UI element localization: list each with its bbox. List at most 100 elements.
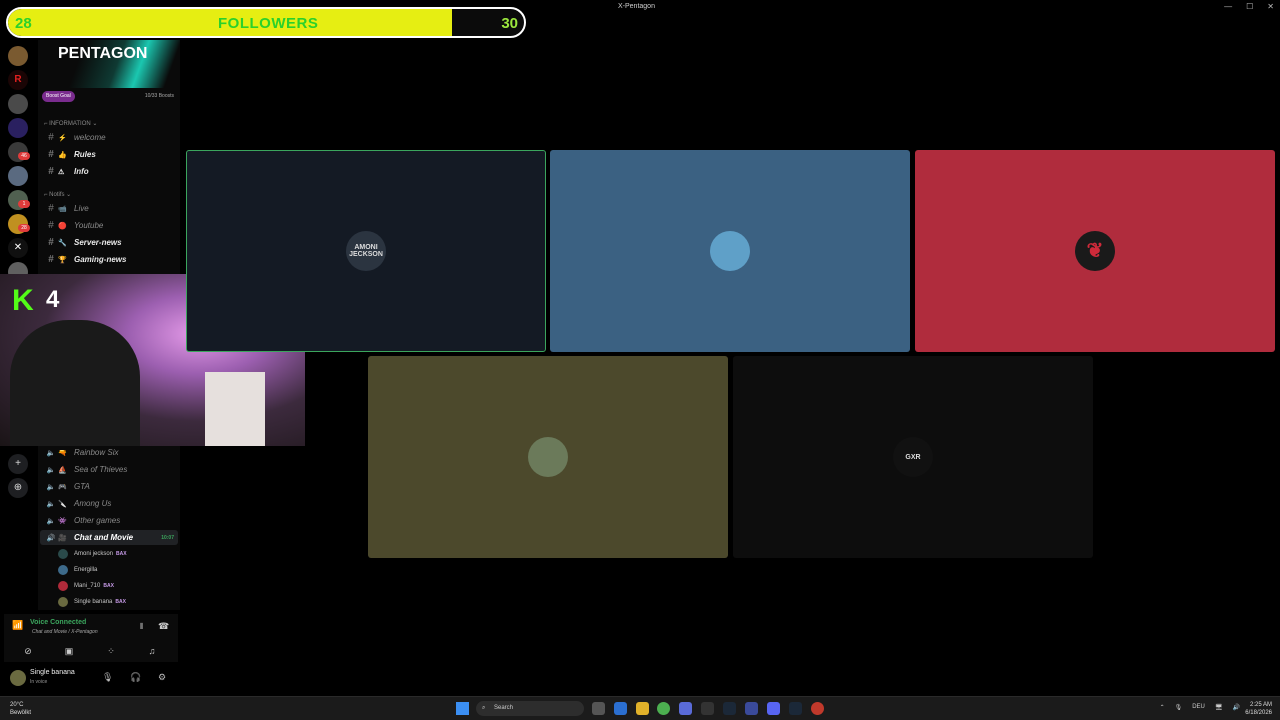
channel-welcome[interactable]: # ⚡ welcome xyxy=(40,130,178,145)
steam-icon[interactable] xyxy=(723,702,736,715)
task-view-icon[interactable] xyxy=(592,702,605,715)
add-server-icon[interactable]: + xyxy=(8,454,28,474)
participant-avatar xyxy=(528,437,568,477)
participant-avatar: ❦ xyxy=(1075,231,1115,271)
microphone-icon[interactable]: 🎙 xyxy=(102,672,113,683)
avatar xyxy=(58,565,68,575)
category-label: Notifs xyxy=(49,192,65,198)
network-icon[interactable]: 🖥 xyxy=(1215,704,1223,711)
voice-member[interactable]: Single banana BAX xyxy=(58,595,126,609)
voice-location[interactable]: Chat and Movie / X-Pentagon xyxy=(32,629,98,635)
channel-emoji: 🔫 xyxy=(58,449,67,457)
minimize-icon[interactable]: — xyxy=(1224,2,1232,11)
server-icon[interactable]: R xyxy=(8,70,28,90)
boost-goal-label: Boost Goal xyxy=(42,91,75,102)
channel-live[interactable]: # 📹 Live xyxy=(40,201,178,216)
channel-rules[interactable]: # 👍 Rules xyxy=(40,147,178,162)
file-explorer-icon[interactable] xyxy=(636,702,649,715)
voice-channel-chat-and-movie[interactable]: 🔊 🎥 Chat and Movie 10:07 xyxy=(40,530,178,545)
voice-tile[interactable] xyxy=(550,150,910,352)
speaker-icon: 🔈 xyxy=(46,466,56,474)
server-icon[interactable]: ✕ xyxy=(8,238,28,258)
channel-youtube[interactable]: # 🔴 Youtube xyxy=(40,218,178,233)
microphone-icon[interactable]: 🎙 xyxy=(1175,704,1183,711)
windows-start-icon[interactable] xyxy=(456,702,469,715)
channel-label: Server-news xyxy=(74,238,122,247)
window-controls: — ☐ ✕ xyxy=(1224,2,1274,11)
weather-widget[interactable]: 20°C Bewölkt xyxy=(10,701,31,717)
disconnect-icon[interactable]: ☎ xyxy=(158,621,169,632)
server-name[interactable]: PENTAGON xyxy=(58,45,147,63)
clock[interactable]: 2:25 AM 6/18/2026 xyxy=(1245,701,1272,717)
participant-label: GXR xyxy=(905,453,921,461)
boost-count: 10/33 Boosts xyxy=(144,93,174,99)
voice-tile[interactable] xyxy=(368,356,728,558)
hash-icon: # xyxy=(48,166,54,177)
category-notifs[interactable]: ⌐ Notifs ⌄ xyxy=(44,191,71,198)
channel-emoji: 🏆 xyxy=(58,256,67,264)
voice-channel-gta[interactable]: 🔈 🎮 GTA xyxy=(40,479,178,494)
channel-emoji: ⚠ xyxy=(58,168,65,176)
channel-label: Rainbow Six xyxy=(74,448,119,457)
screen-share-icon[interactable]: ▣ xyxy=(55,644,83,658)
discord-icon[interactable] xyxy=(767,702,780,715)
soundboard-icon[interactable]: ♫ xyxy=(138,644,166,658)
server-icon[interactable] xyxy=(8,118,28,138)
username[interactable]: Single banana xyxy=(30,669,75,676)
activities-icon[interactable]: ⁘ xyxy=(97,644,125,658)
search-icon: ⌕ xyxy=(482,705,486,711)
chrome-icon[interactable] xyxy=(657,702,670,715)
voice-timer: 10:07 xyxy=(161,534,174,541)
chevron-up-icon[interactable]: ⌃ xyxy=(1160,704,1165,711)
channel-label: Rules xyxy=(74,150,96,159)
channel-info[interactable]: # ⚠ Info xyxy=(40,164,178,179)
avatar xyxy=(58,581,68,591)
channel-server-news[interactable]: # 🔧 Server-news xyxy=(40,235,178,250)
server-icon[interactable] xyxy=(8,46,28,66)
voice-member[interactable]: Energilla xyxy=(58,563,100,577)
app-icon[interactable] xyxy=(745,702,758,715)
obs-icon[interactable] xyxy=(811,702,824,715)
taskbar-search[interactable]: ⌕ Search xyxy=(476,701,584,716)
language-indicator[interactable]: DEU xyxy=(1192,704,1205,711)
category-information[interactable]: ⌐ INFORMATION ⌄ xyxy=(44,120,97,127)
volume-icon[interactable]: 🔊 xyxy=(1233,704,1240,711)
close-icon[interactable]: ✕ xyxy=(1267,2,1274,11)
speaker-icon: 🔈 xyxy=(46,449,56,457)
noise-suppression-icon[interactable]: ⦀ xyxy=(140,622,144,632)
voice-channel-among-us[interactable]: 🔈 🔪 Among Us xyxy=(40,496,178,511)
discover-icon[interactable]: ⊕ xyxy=(8,478,28,498)
steam-icon[interactable] xyxy=(789,702,802,715)
voice-channel-other-games[interactable]: 🔈 👾 Other games xyxy=(40,513,178,528)
server-icon[interactable] xyxy=(8,94,28,114)
app-icon[interactable] xyxy=(701,702,714,715)
voice-channel-rainbow-six[interactable]: 🔈 🔫 Rainbow Six xyxy=(40,445,178,460)
user-status: In voice xyxy=(30,679,48,685)
user-avatar[interactable] xyxy=(10,670,26,686)
app-icon[interactable] xyxy=(679,702,692,715)
channel-emoji: ⚡ xyxy=(58,134,67,142)
boost-goal[interactable]: Boost Goal 10/33 Boosts xyxy=(42,91,174,102)
headphones-icon[interactable]: 🎧 xyxy=(130,672,141,683)
server-icon[interactable] xyxy=(8,166,28,186)
channel-gaming-news[interactable]: # 🏆 Gaming-news xyxy=(40,252,178,267)
settings-icon[interactable]: ⚙ xyxy=(158,672,166,683)
signal-icon: 📶 xyxy=(12,620,24,630)
voice-member[interactable]: Amoni jeckson BAX xyxy=(58,547,127,561)
maximize-icon[interactable]: ☐ xyxy=(1246,2,1253,11)
channel-label: Among Us xyxy=(74,499,112,508)
camera-off-icon[interactable]: ⊘ xyxy=(14,644,42,658)
voice-tile[interactable]: GXR xyxy=(733,356,1093,558)
mail-icon[interactable] xyxy=(614,702,627,715)
voice-tile[interactable]: ❦ xyxy=(915,150,1275,352)
voice-member[interactable]: Mani_710 BAX xyxy=(58,579,114,593)
channel-label: Chat and Movie xyxy=(74,533,134,542)
voice-tile[interactable]: AMONI JECKSON xyxy=(186,150,546,352)
voice-channel-sea-of-thieves[interactable]: 🔈 ⛵ Sea of Thieves xyxy=(40,462,178,477)
channel-emoji: 🔪 xyxy=(58,500,67,508)
viewer-count: 4 xyxy=(46,286,60,313)
voice-connected-label[interactable]: Voice Connected xyxy=(30,619,86,626)
avatar xyxy=(58,597,68,607)
followers-goal: 30 xyxy=(501,15,518,32)
category-label: INFORMATION xyxy=(49,121,91,127)
